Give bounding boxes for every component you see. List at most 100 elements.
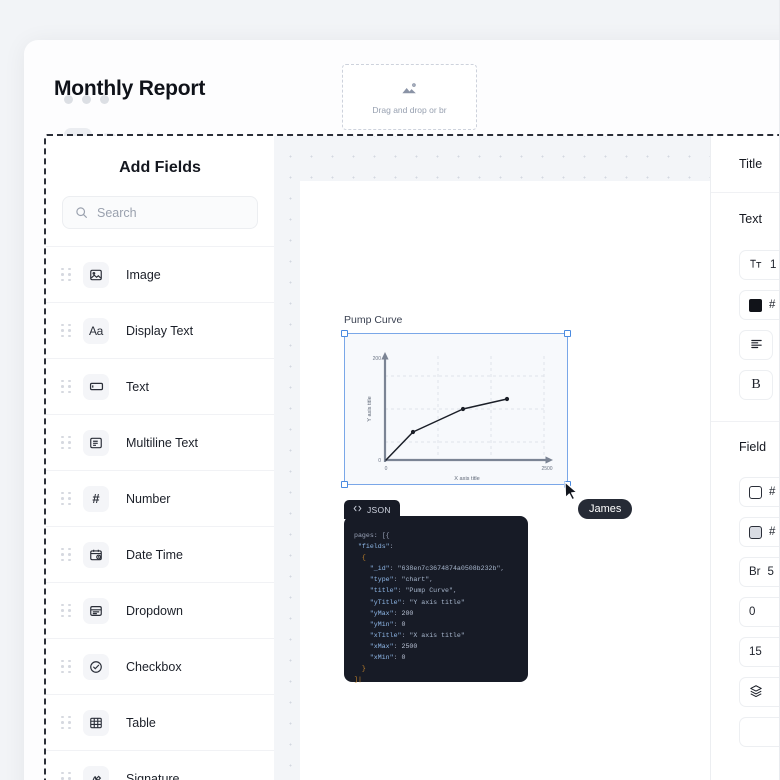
x-position-input[interactable]: 0: [739, 597, 780, 627]
font-size-icon: [749, 257, 763, 273]
x-position-value: 0: [749, 606, 756, 618]
y-position-value: 15: [749, 646, 762, 658]
svg-text:Y axis title: Y axis title: [367, 396, 373, 421]
search-icon: [75, 206, 88, 219]
svg-text:0: 0: [378, 458, 381, 464]
layers-row: [711, 672, 780, 712]
field-item-label: Signature: [126, 771, 180, 780]
field-item-label: Checkbox: [126, 659, 182, 674]
code-brackets-icon: [353, 504, 362, 515]
resize-handle-bottom-left[interactable]: [341, 481, 348, 488]
field-type-list: Image Aa Display Text Text Multiline Tex…: [46, 246, 274, 780]
text-color-row: #: [711, 285, 780, 325]
fill-color-row: #: [711, 512, 780, 552]
svg-text:200: 200: [373, 356, 382, 362]
search-placeholder: Search: [97, 205, 137, 220]
layers-icon: [749, 684, 763, 701]
field-item-dropdown[interactable]: Dropdown: [46, 582, 274, 638]
border-color-control[interactable]: #: [739, 477, 780, 507]
image-placeholder-icon: [400, 79, 419, 98]
svg-text:0: 0: [385, 466, 388, 472]
drag-handle-icon[interactable]: [60, 378, 72, 396]
x-position-row: 0: [711, 592, 780, 632]
field-item-label: Number: [126, 491, 171, 506]
field-item-label: Image: [126, 267, 161, 282]
section-title: Field: [739, 440, 767, 454]
border-width-control[interactable]: Br 5: [739, 557, 780, 587]
signature-icon: [83, 765, 109, 780]
drag-handle-icon[interactable]: [60, 434, 72, 452]
drag-handle-icon[interactable]: [60, 490, 72, 508]
hash-glyph: #: [92, 491, 100, 506]
section-title-row: Title: [711, 136, 780, 192]
field-item-table[interactable]: Table: [46, 694, 274, 750]
json-tab-label: JSON: [367, 504, 391, 515]
svg-text:X axis title: X axis title: [454, 476, 480, 482]
section-title: Text: [739, 212, 762, 226]
svg-text:2500: 2500: [541, 466, 552, 472]
field-item-signature[interactable]: Signature: [46, 750, 274, 780]
field-item-label: Text: [126, 379, 149, 394]
field-item-label: Table: [126, 715, 156, 730]
drag-handle-icon[interactable]: [60, 266, 72, 284]
bold-button[interactable]: B: [739, 370, 773, 400]
drag-handle-icon[interactable]: [60, 770, 72, 780]
align-row: [711, 325, 780, 365]
pump-curve-chart: 200 0 0 2500 X axis title Y axis title: [367, 352, 553, 482]
check-circle-icon: [83, 653, 109, 680]
drag-handle-icon[interactable]: [60, 546, 72, 564]
display-text-glyph: Aa: [88, 323, 104, 338]
field-item-date-time[interactable]: Date Time: [46, 526, 274, 582]
fill-color-control[interactable]: #: [739, 517, 780, 547]
field-item-checkbox[interactable]: Checkbox: [46, 638, 274, 694]
drag-handle-icon[interactable]: [60, 602, 72, 620]
section-title-row: Text: [711, 193, 780, 245]
border-color-row: #: [711, 472, 780, 512]
align-left-icon: [749, 337, 764, 354]
resize-handle-top-left[interactable]: [341, 330, 348, 337]
field-item-label: Date Time: [126, 547, 183, 562]
field-item-number[interactable]: # Number: [46, 470, 274, 526]
layers-button[interactable]: [739, 677, 780, 707]
resize-handle-top-right[interactable]: [564, 330, 571, 337]
y-position-row: 15: [711, 632, 780, 672]
hash-icon: #: [83, 485, 109, 512]
color-swatch-icon[interactable]: [749, 298, 762, 312]
field-item-label: Dropdown: [126, 603, 183, 618]
dropdown-icon: [83, 597, 109, 624]
search-input[interactable]: Search: [62, 196, 258, 229]
panel-title: Add Fields: [119, 159, 201, 176]
border-color-icon[interactable]: [749, 485, 762, 499]
y-position-input[interactable]: 15: [739, 637, 780, 667]
border-width-row: Br 5: [711, 552, 780, 592]
image-dropzone[interactable]: Drag and drop or br: [342, 64, 477, 130]
field-item-text[interactable]: Text: [46, 358, 274, 414]
table-grid-icon: [83, 709, 109, 736]
chart-title: Pump Curve: [344, 314, 403, 326]
field-item-image[interactable]: Image: [46, 246, 274, 302]
drag-handle-icon[interactable]: [60, 714, 72, 732]
multiline-text-icon: [83, 429, 109, 456]
drag-handle-icon[interactable]: [60, 322, 72, 340]
field-item-display-text[interactable]: Aa Display Text: [46, 302, 274, 358]
text-color-control[interactable]: #: [739, 290, 780, 320]
drag-handle-icon[interactable]: [60, 658, 72, 676]
collaborator-name-tag: James: [578, 499, 633, 519]
font-size-value: 1: [770, 259, 777, 271]
image-icon: [83, 261, 109, 288]
json-tab[interactable]: JSON: [344, 500, 400, 519]
extra-control[interactable]: [739, 717, 780, 747]
align-left-button[interactable]: [739, 330, 773, 360]
page-title[interactable]: Monthly Report: [54, 77, 205, 101]
border-color-value: #: [769, 486, 776, 498]
calendar-clock-icon: [83, 541, 109, 568]
bold-row: B: [711, 365, 780, 405]
field-item-multiline-text[interactable]: Multiline Text: [46, 414, 274, 470]
fill-color-icon[interactable]: [749, 525, 762, 539]
font-size-control[interactable]: 1: [739, 250, 780, 280]
add-fields-panel: Add Fields Search Image Aa Display Text …: [46, 136, 274, 780]
screenshot-root: Product Add Fields Search: [0, 0, 780, 780]
properties-panel: Title Text 1 # B Field # # Br 5 0 15: [710, 136, 780, 780]
chart-widget[interactable]: 200 0 0 2500 X axis title Y axis title: [341, 330, 571, 488]
display-text-icon: Aa: [83, 317, 109, 344]
